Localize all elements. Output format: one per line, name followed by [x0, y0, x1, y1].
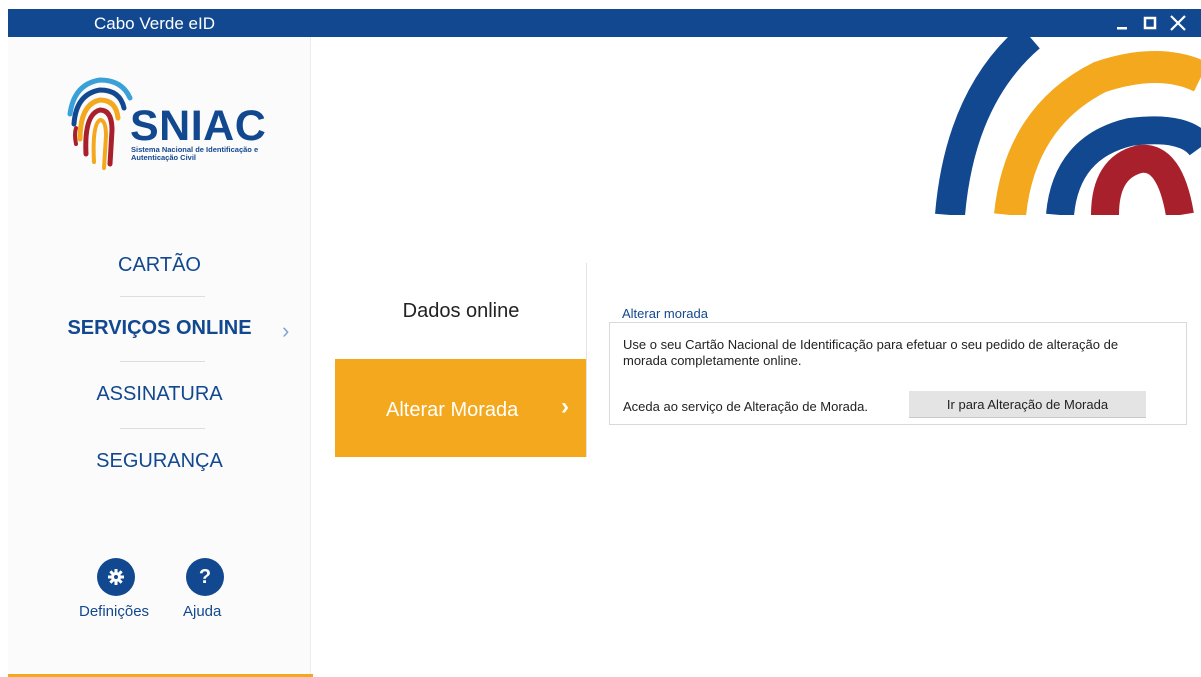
logo-subtitle: Sistema Nacional de Identificação e Aute… [131, 145, 259, 162]
close-button[interactable] [1164, 9, 1192, 37]
submenu-item-alterar-morada[interactable]: Alterar Morada › [335, 359, 586, 457]
nav-item-servicos-online[interactable]: SERVIÇOS ONLINE [8, 317, 311, 340]
question-icon: ? [198, 565, 212, 588]
section-note: Aceda ao serviço de Alteração de Morada. [623, 399, 868, 414]
maximize-button[interactable] [1136, 9, 1164, 37]
chevron-right-icon: › [561, 393, 569, 420]
minimize-icon [1117, 27, 1127, 30]
nav-divider [120, 296, 205, 297]
section-title: Alterar morada [622, 306, 708, 321]
go-to-address-change-button[interactable]: Ir para Alteração de Morada [909, 391, 1146, 418]
window-title: Cabo Verde eID [94, 14, 215, 33]
chevron-right-icon: › [282, 318, 290, 343]
submenu-divider [586, 263, 587, 457]
nav-divider [120, 361, 205, 362]
section-description: Use o seu Cartão Nacional de Identificaç… [623, 337, 1119, 368]
decorative-arcs [900, 37, 1201, 215]
content-panel: Use o seu Cartão Nacional de Identificaç… [609, 322, 1187, 425]
help-label[interactable]: Ajuda [183, 603, 221, 620]
close-icon [1170, 15, 1186, 31]
minimize-button[interactable] [1108, 9, 1136, 37]
logo-title: SNIAC [130, 102, 267, 150]
nav-divider [120, 428, 205, 429]
nav-item-seguranca[interactable]: SEGURANÇA [8, 450, 311, 473]
settings-button[interactable] [97, 558, 135, 596]
nav-item-assinatura[interactable]: ASSINATURA [8, 383, 311, 406]
submenu-item-label: Alterar Morada [386, 399, 519, 421]
nav-item-cartao[interactable]: CARTÃO [8, 254, 311, 277]
fingerprint-logo-icon [67, 77, 133, 170]
settings-label[interactable]: Definições [79, 603, 149, 620]
gear-icon [108, 569, 124, 585]
maximize-icon [1143, 16, 1157, 30]
submenu-title: Dados online [402, 300, 520, 322]
title-bar: Cabo Verde eID [8, 9, 1201, 37]
help-button[interactable]: ? [186, 558, 224, 596]
